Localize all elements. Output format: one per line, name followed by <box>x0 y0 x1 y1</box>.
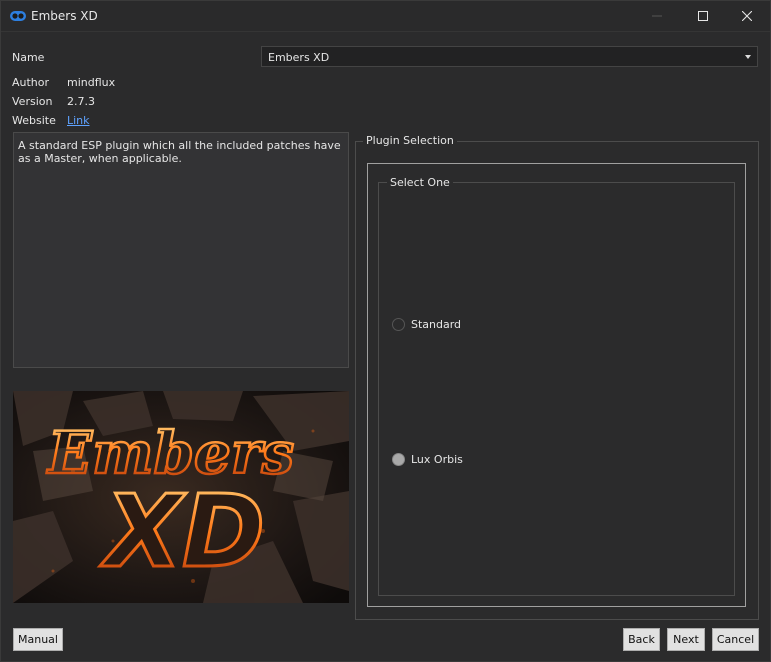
manual-button[interactable]: Manual <box>13 628 63 651</box>
description-box[interactable]: A standard ESP plugin which all the incl… <box>13 132 349 368</box>
radio-circle <box>392 453 405 466</box>
title-bar[interactable]: Embers XD <box>1 1 770 32</box>
radio-label: Lux Orbis <box>411 453 463 466</box>
plugin-selection-title: Plugin Selection <box>363 134 457 147</box>
minimize-button[interactable] <box>634 1 680 31</box>
select-one-title: Select One <box>387 176 453 189</box>
website-label: Website <box>12 114 56 127</box>
select-one-group <box>378 182 735 596</box>
banner-artwork: Embers XD <box>13 391 349 603</box>
app-icon <box>10 11 26 21</box>
close-icon <box>742 11 752 21</box>
name-label: Name <box>12 51 45 64</box>
radio-circle <box>392 318 405 331</box>
radio-option-lux-orbis[interactable]: Lux Orbis <box>392 453 463 466</box>
radio-option-standard[interactable]: Standard <box>392 318 461 331</box>
installer-window: Embers XD Name Embers XD Author mindflux… <box>0 0 771 662</box>
window-title: Embers XD <box>31 9 98 23</box>
mod-banner-image: Embers XD <box>13 391 349 603</box>
next-button[interactable]: Next <box>667 628 705 651</box>
close-button[interactable] <box>724 1 770 31</box>
version-label: Version <box>12 95 53 108</box>
author-label: Author <box>12 76 50 89</box>
banner-title-line2: XD <box>99 473 265 590</box>
chevron-down-icon <box>745 55 751 59</box>
name-dropdown-value: Embers XD <box>268 51 330 64</box>
website-link[interactable]: Link <box>67 114 90 127</box>
back-button[interactable]: Back <box>623 628 660 651</box>
author-value: mindflux <box>67 76 116 89</box>
radio-label: Standard <box>411 318 462 331</box>
version-value: 2.7.3 <box>67 95 95 108</box>
maximize-icon <box>698 11 708 21</box>
maximize-button[interactable] <box>680 1 726 31</box>
name-dropdown[interactable]: Embers XD <box>261 46 758 67</box>
cancel-button[interactable]: Cancel <box>712 628 759 651</box>
minimize-icon <box>652 15 662 17</box>
